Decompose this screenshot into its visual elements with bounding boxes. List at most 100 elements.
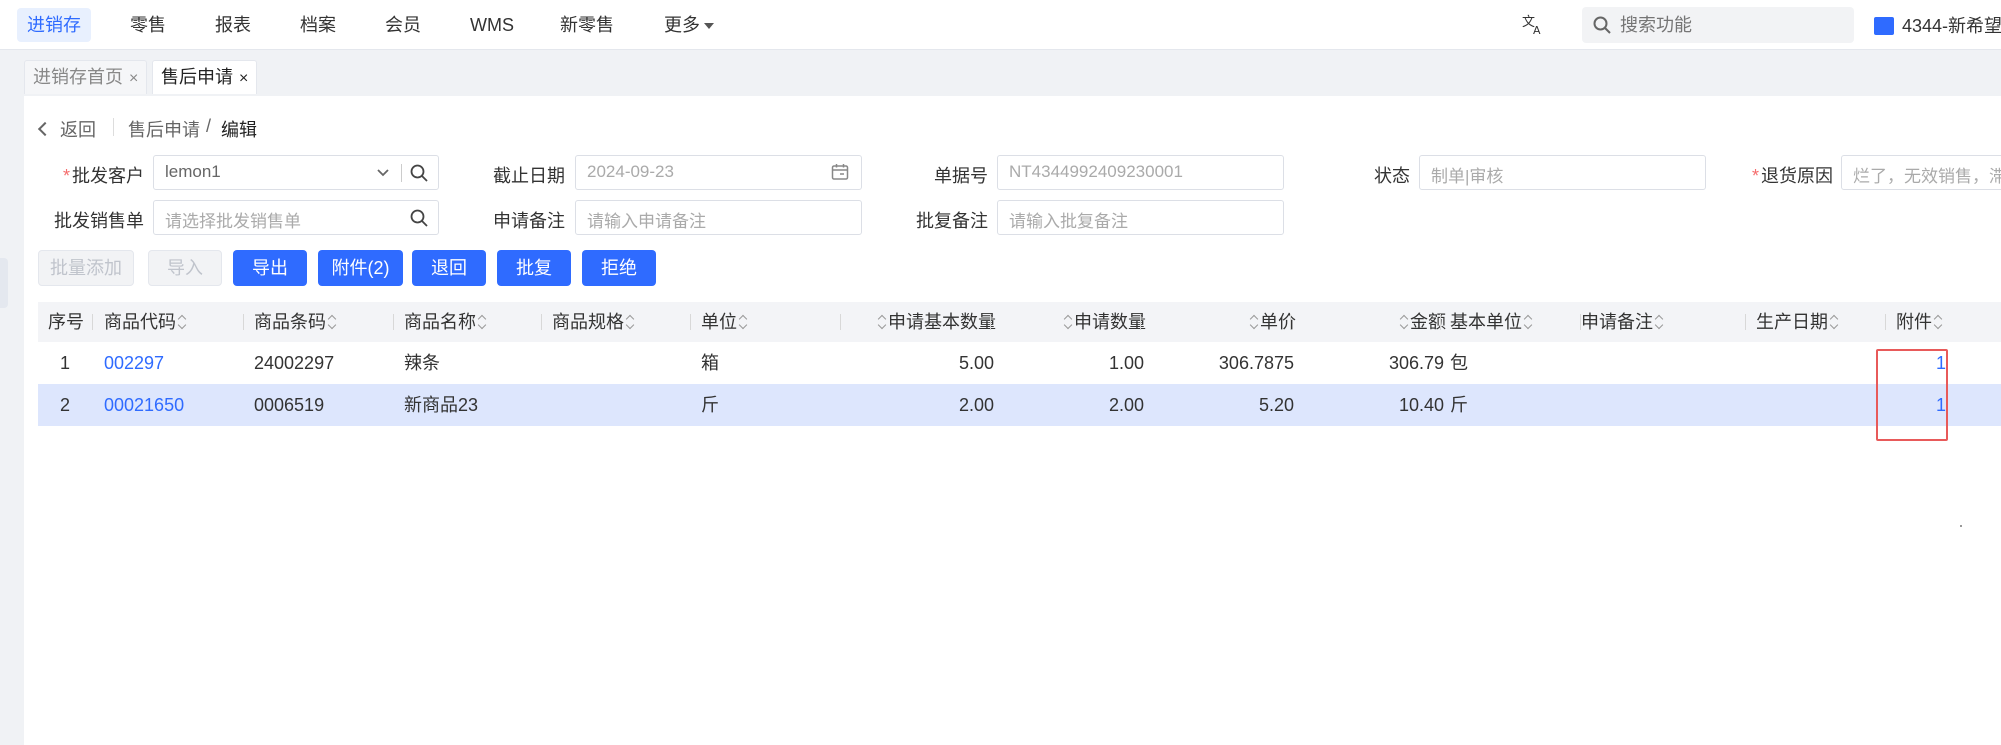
col-header-barcode[interactable]: 商品条码 bbox=[254, 302, 338, 342]
table-row[interactable]: 1 002297 24002297 辣条 箱 5.00 1.00 306.787… bbox=[38, 342, 2001, 384]
sort-icon[interactable] bbox=[328, 315, 336, 329]
column-divider[interactable] bbox=[393, 314, 394, 330]
sort-icon[interactable] bbox=[878, 315, 886, 329]
reason-label: * 退货原因 bbox=[1740, 162, 1833, 188]
cell-code-link[interactable]: 002297 bbox=[104, 342, 164, 384]
tab-inventory-home[interactable]: 进销存首页 × bbox=[24, 60, 148, 94]
sort-icon[interactable] bbox=[1830, 315, 1838, 329]
deadline-date-field[interactable]: 2024-09-23 bbox=[575, 155, 862, 190]
col-header-base-qty-label: 申请基本数量 bbox=[888, 312, 996, 332]
column-divider[interactable] bbox=[840, 314, 841, 330]
reason-label-text: 退货原因 bbox=[1761, 166, 1833, 186]
nav-item-new-retail[interactable]: 新零售 bbox=[550, 8, 624, 42]
col-header-unit-label: 单位 bbox=[701, 312, 737, 332]
col-header-price[interactable]: 单价 bbox=[1150, 302, 1296, 342]
column-divider[interactable] bbox=[690, 314, 691, 330]
global-search[interactable] bbox=[1582, 7, 1854, 43]
cell-unit: 斤 bbox=[701, 395, 719, 415]
docno-field: NT4344992409230001 bbox=[997, 155, 1284, 190]
customer-select[interactable]: lemon1 bbox=[153, 155, 439, 190]
nav-item-wms[interactable]: WMS bbox=[460, 8, 524, 42]
column-divider[interactable] bbox=[1440, 314, 1441, 330]
column-divider[interactable] bbox=[541, 314, 542, 330]
approve-button[interactable]: 批复 bbox=[497, 250, 571, 286]
nav-item-more[interactable]: 更多 bbox=[654, 8, 724, 42]
cell-amount: 10.40 bbox=[1398, 395, 1444, 415]
apply-note-input[interactable]: 请输入申请备注 bbox=[575, 200, 862, 235]
nav-item-reports[interactable]: 报表 bbox=[205, 8, 261, 42]
cell-name: 辣条 bbox=[404, 353, 440, 373]
col-header-qty[interactable]: 申请数量 bbox=[1000, 302, 1146, 342]
col-header-code-label: 商品代码 bbox=[104, 312, 176, 332]
column-divider[interactable] bbox=[1290, 314, 1291, 330]
docno-label: 单据号 bbox=[934, 166, 988, 186]
col-header-note[interactable]: 申请备注 bbox=[1581, 302, 1665, 342]
batch-add-button[interactable]: 批量添加 bbox=[38, 250, 134, 286]
nav-item-archive[interactable]: 档案 bbox=[290, 8, 346, 42]
deadline-value: 2024-09-23 bbox=[587, 162, 674, 181]
sort-icon[interactable] bbox=[1934, 315, 1942, 329]
cell-name: 新商品23 bbox=[404, 395, 479, 415]
breadcrumb-separator: / bbox=[206, 116, 212, 136]
sort-icon[interactable] bbox=[1064, 315, 1072, 329]
search-input[interactable] bbox=[1620, 7, 1846, 43]
tab-label: 售后申请 bbox=[161, 67, 233, 87]
col-header-base-qty[interactable]: 申请基本数量 bbox=[850, 302, 996, 342]
search-icon[interactable] bbox=[408, 162, 430, 184]
col-header-amount[interactable]: 金额 bbox=[1300, 302, 1446, 342]
chevron-down-icon bbox=[704, 23, 714, 30]
sort-icon[interactable] bbox=[626, 315, 634, 329]
sort-icon[interactable] bbox=[1655, 315, 1663, 329]
sort-icon[interactable] bbox=[1250, 315, 1258, 329]
back-button[interactable]: 返回 bbox=[37, 116, 96, 140]
cell-code-link[interactable]: 00021650 bbox=[104, 384, 184, 426]
close-icon[interactable]: × bbox=[129, 70, 138, 87]
store-selector[interactable]: 4344-新希望 bbox=[1874, 12, 2001, 38]
attachment-button[interactable]: 附件(2) bbox=[318, 250, 403, 286]
sort-icon[interactable] bbox=[1400, 315, 1408, 329]
breadcrumb-parent[interactable]: 售后申请 bbox=[128, 116, 200, 140]
column-divider[interactable] bbox=[243, 314, 244, 330]
column-divider[interactable] bbox=[990, 314, 991, 330]
cell-barcode: 0006519 bbox=[254, 395, 325, 415]
tab-after-sales[interactable]: 售后申请 × bbox=[152, 60, 258, 94]
nav-item-inventory[interactable]: 进销存 bbox=[17, 8, 91, 42]
col-header-unit[interactable]: 单位 bbox=[701, 302, 749, 342]
column-divider[interactable] bbox=[1140, 314, 1141, 330]
reason-value: 烂了，无效销售，滞 bbox=[1853, 167, 2001, 186]
divider bbox=[401, 164, 402, 182]
import-button[interactable]: 导入 bbox=[148, 250, 222, 286]
reply-note-input[interactable]: 请输入批复备注 bbox=[997, 200, 1284, 235]
translate-icon[interactable]: 文A bbox=[1520, 12, 1546, 38]
col-header-spec[interactable]: 商品规格 bbox=[552, 302, 636, 342]
search-icon[interactable] bbox=[408, 207, 430, 229]
close-icon[interactable]: × bbox=[239, 70, 248, 87]
col-header-attach[interactable]: 附件 bbox=[1896, 302, 1944, 342]
col-header-spec-label: 商品规格 bbox=[552, 312, 624, 332]
sort-icon[interactable] bbox=[1524, 315, 1532, 329]
docno-value: NT4344992409230001 bbox=[1009, 162, 1183, 181]
sort-icon[interactable] bbox=[739, 315, 747, 329]
table-row-selected[interactable]: 2 00021650 0006519 新商品23 斤 2.00 2.00 5.2… bbox=[38, 384, 2001, 426]
column-divider[interactable] bbox=[1885, 314, 1886, 330]
col-header-base-unit[interactable]: 基本单位 bbox=[1450, 302, 1534, 342]
reject-button[interactable]: 拒绝 bbox=[582, 250, 656, 286]
export-button[interactable]: 导出 bbox=[233, 250, 307, 286]
col-header-code[interactable]: 商品代码 bbox=[104, 302, 188, 342]
sidebar-collapse-handle[interactable] bbox=[0, 258, 8, 308]
col-header-name[interactable]: 商品名称 bbox=[404, 302, 488, 342]
return-button[interactable]: 退回 bbox=[412, 250, 486, 286]
column-divider[interactable] bbox=[1745, 314, 1746, 330]
nav-item-retail[interactable]: 零售 bbox=[120, 8, 176, 42]
status-field: 制单|审核 bbox=[1419, 155, 1706, 190]
sort-icon[interactable] bbox=[478, 315, 486, 329]
col-header-date[interactable]: 生产日期 bbox=[1756, 302, 1840, 342]
reason-field[interactable]: 烂了，无效销售，滞 bbox=[1841, 155, 2001, 190]
sort-icon[interactable] bbox=[178, 315, 186, 329]
nav-item-members[interactable]: 会员 bbox=[375, 8, 431, 42]
cell-no: 2 bbox=[60, 395, 71, 415]
salesorder-select[interactable]: 请选择批发销售单 bbox=[153, 200, 439, 235]
apply-note-placeholder: 请输入申请备注 bbox=[587, 212, 706, 231]
column-divider[interactable] bbox=[92, 314, 93, 330]
chevron-down-icon[interactable] bbox=[372, 162, 394, 184]
